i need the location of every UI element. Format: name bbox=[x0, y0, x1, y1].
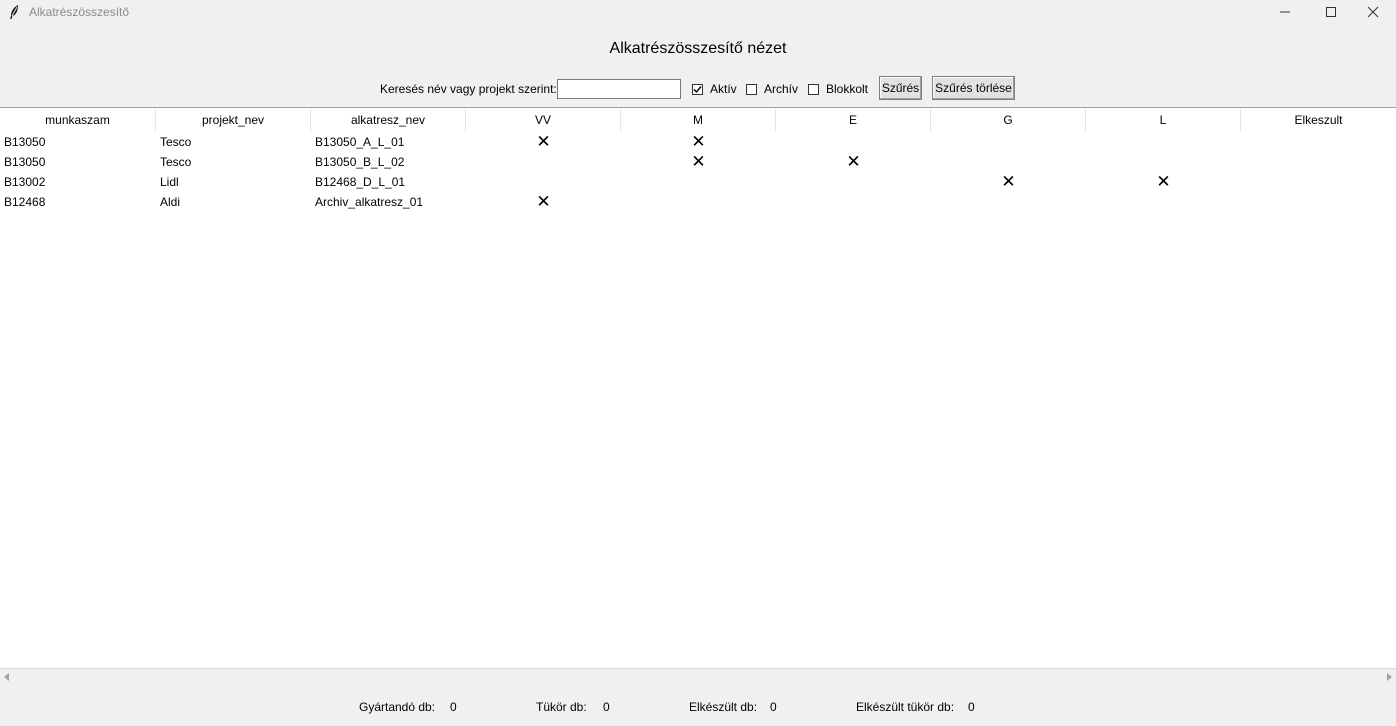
checkbox-label: Aktív bbox=[710, 82, 737, 96]
column-header-vv[interactable]: VV bbox=[466, 108, 621, 132]
column-header-alkatresz-nev[interactable]: alkatresz_nev bbox=[311, 108, 466, 132]
filter-button[interactable]: Szűrés bbox=[879, 76, 922, 100]
cell-munkaszam: B13050 bbox=[4, 155, 46, 169]
cell-elkeszult bbox=[1241, 172, 1396, 192]
cell-projekt-nev: Tesco bbox=[160, 135, 192, 149]
scroll-right-icon[interactable] bbox=[1384, 672, 1394, 682]
column-header-g[interactable]: G bbox=[931, 108, 1086, 132]
minimize-icon bbox=[1280, 11, 1290, 13]
parts-table[interactable]: munkaszam projekt_nev alkatresz_nev VV M… bbox=[0, 107, 1396, 669]
maximize-button[interactable] bbox=[1308, 0, 1354, 24]
checkbox-label: Archív bbox=[764, 82, 799, 96]
table-row[interactable]: B13050 Tesco B13050_A_L_01 ✕ ✕ bbox=[0, 132, 1396, 152]
cell-m-mark bbox=[621, 192, 776, 212]
window-titlebar: Alkatrészösszesítő bbox=[0, 0, 1396, 24]
cell-g-mark bbox=[931, 152, 1086, 172]
cell-projekt-nev: Lidl bbox=[160, 175, 179, 189]
cell-elkeszult bbox=[1241, 192, 1396, 212]
cell-alkatresz-nev: B12468_D_L_01 bbox=[315, 175, 406, 189]
checkmark-icon bbox=[693, 85, 702, 93]
cell-munkaszam: B12468 bbox=[4, 195, 46, 209]
cell-elkeszult bbox=[1241, 132, 1396, 152]
close-button[interactable] bbox=[1350, 0, 1396, 24]
scroll-left-icon[interactable] bbox=[2, 672, 12, 682]
cell-vv-mark bbox=[466, 172, 621, 192]
column-header-projekt-nev[interactable]: projekt_nev bbox=[156, 108, 311, 132]
cell-elkeszult bbox=[1241, 152, 1396, 172]
tukor-label: Tükör db: bbox=[536, 700, 587, 714]
cell-e-mark bbox=[776, 172, 931, 192]
cell-alkatresz-nev: B13050_A_L_01 bbox=[315, 135, 405, 149]
cell-l-mark: ✕ bbox=[1156, 172, 1171, 191]
cell-g-mark bbox=[931, 192, 1086, 212]
cell-l-mark bbox=[1086, 192, 1241, 212]
cell-m-mark bbox=[621, 172, 776, 192]
table-row[interactable]: B12468 Aldi Archiv_alkatresz_01 ✕ bbox=[0, 192, 1396, 212]
checkbox-label: Blokkolt bbox=[826, 82, 869, 96]
tukor-value: 0 bbox=[603, 700, 610, 714]
column-header-m[interactable]: M bbox=[621, 108, 776, 132]
search-label: Keresés név vagy projekt szerint: bbox=[380, 82, 557, 96]
elkeszult-tukor-value: 0 bbox=[968, 700, 975, 714]
cell-munkaszam: B13050 bbox=[4, 135, 46, 149]
cell-alkatresz-nev: Archiv_alkatresz_01 bbox=[315, 195, 424, 209]
cell-e-mark bbox=[776, 132, 931, 152]
cell-munkaszam: B13002 bbox=[4, 175, 46, 189]
window-title: Alkatrészösszesítő bbox=[29, 5, 130, 19]
cell-m-mark: ✕ bbox=[691, 152, 706, 171]
cell-e-mark: ✕ bbox=[846, 152, 861, 171]
maximize-icon bbox=[1326, 7, 1336, 17]
column-header-l[interactable]: L bbox=[1086, 108, 1241, 132]
cell-e-mark bbox=[776, 192, 931, 212]
page-title: Alkatrészösszesítő nézet bbox=[609, 40, 787, 57]
table-header: munkaszam projekt_nev alkatresz_nev VV M… bbox=[0, 108, 1396, 132]
gyartando-label: Gyártandó db: bbox=[359, 700, 436, 714]
cell-alkatresz-nev: B13050_B_L_02 bbox=[315, 155, 405, 169]
cell-vv-mark bbox=[466, 152, 621, 172]
table-row[interactable]: B13050 Tesco B13050_B_L_02 ✕ ✕ bbox=[0, 152, 1396, 172]
checkbox-box[interactable] bbox=[808, 83, 819, 95]
cell-l-mark bbox=[1086, 132, 1241, 152]
checkbox-box[interactable] bbox=[746, 83, 757, 95]
horizontal-scrollbar[interactable] bbox=[0, 668, 1396, 685]
feather-icon bbox=[10, 5, 18, 19]
cell-g-mark bbox=[931, 132, 1086, 152]
checkbox-aktiv[interactable]: Aktív bbox=[692, 82, 737, 96]
gyartando-value: 0 bbox=[450, 700, 457, 714]
column-header-e[interactable]: E bbox=[776, 108, 931, 132]
cell-m-mark: ✕ bbox=[691, 132, 706, 151]
elkeszult-value: 0 bbox=[770, 700, 777, 714]
close-icon bbox=[1367, 6, 1379, 18]
checkbox-archiv[interactable]: Archív bbox=[746, 82, 798, 96]
cell-projekt-nev: Aldi bbox=[160, 195, 181, 209]
minimize-button[interactable] bbox=[1262, 0, 1308, 24]
table-row[interactable]: B13002 Lidl B12468_D_L_01 ✕ ✕ bbox=[0, 172, 1396, 192]
elkeszult-tukor-label: Elkészült tükör db: bbox=[856, 700, 955, 714]
cell-g-mark: ✕ bbox=[1001, 172, 1016, 191]
elkeszult-label: Elkészült db: bbox=[689, 700, 758, 714]
checkbox-blokkolt[interactable]: Blokkolt bbox=[808, 82, 868, 96]
cell-projekt-nev: Tesco bbox=[160, 155, 192, 169]
column-header-munkaszam[interactable]: munkaszam bbox=[0, 108, 156, 132]
clear-filter-button[interactable]: Szűrés törlése bbox=[932, 76, 1015, 100]
search-input[interactable] bbox=[557, 79, 681, 99]
checkbox-box[interactable] bbox=[692, 83, 703, 95]
cell-vv-mark: ✕ bbox=[536, 192, 551, 211]
cell-vv-mark: ✕ bbox=[536, 132, 551, 151]
cell-l-mark bbox=[1086, 152, 1241, 172]
column-header-elkeszult[interactable]: Elkeszult bbox=[1241, 108, 1396, 132]
